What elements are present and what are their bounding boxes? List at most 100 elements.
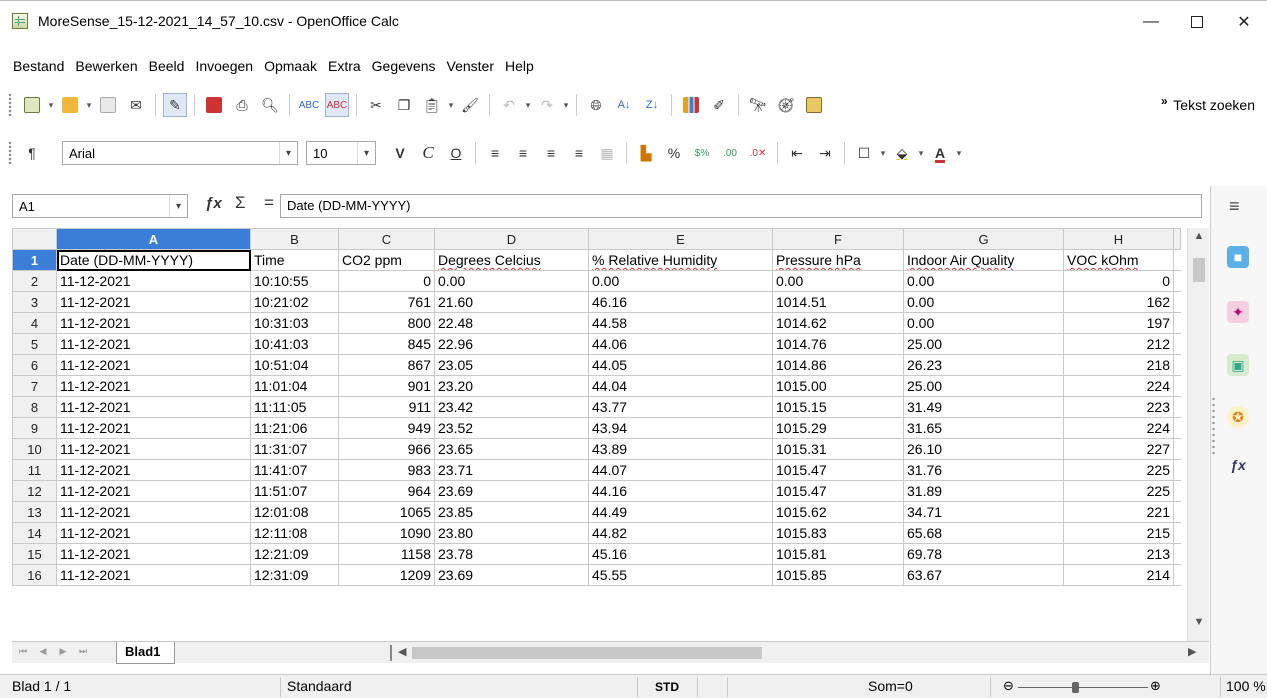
redo-icon[interactable]: ↷ xyxy=(535,93,559,117)
standard-number-format-icon[interactable]: $% xyxy=(690,141,714,165)
data-cell[interactable]: 11-12-2021 xyxy=(56,291,251,313)
data-cell[interactable]: 800 xyxy=(338,312,435,334)
data-cell[interactable]: 11-12-2021 xyxy=(56,438,251,460)
data-cell[interactable]: 11:41:07 xyxy=(250,459,339,481)
data-cell[interactable]: 11:21:06 xyxy=(250,417,339,439)
data-cell[interactable]: 10:41:03 xyxy=(250,333,339,355)
data-cell[interactable]: 11-12-2021 xyxy=(56,459,251,481)
paste-dropdown-icon[interactable]: ▾ xyxy=(446,93,456,117)
menu-bestand[interactable]: Bestand xyxy=(12,58,65,80)
data-cell[interactable]: 44.49 xyxy=(588,501,773,523)
header-cell[interactable]: Date (DD-MM-YYYY) xyxy=(56,249,251,271)
data-cell[interactable]: 901 xyxy=(338,375,435,397)
first-sheet-icon[interactable]: ⏮ xyxy=(16,646,30,660)
data-cell[interactable]: 224 xyxy=(1063,417,1174,439)
data-cell[interactable]: 966 xyxy=(338,438,435,460)
data-cell[interactable]: 0 xyxy=(338,270,435,292)
data-cell[interactable]: 12:11:08 xyxy=(250,522,339,544)
data-cell[interactable]: 11:11:05 xyxy=(250,396,339,418)
data-cell[interactable]: 23.69 xyxy=(434,480,589,502)
styles-formatting-icon[interactable]: ✦ xyxy=(1227,301,1249,323)
scroll-up-icon[interactable]: ▲ xyxy=(1188,230,1210,242)
data-cell[interactable]: 11-12-2021 xyxy=(56,543,251,565)
row-header[interactable]: 2 xyxy=(12,270,57,292)
autospellcheck-icon[interactable]: ABC xyxy=(325,93,349,117)
selection-mode[interactable]: STD xyxy=(655,680,679,694)
data-cell[interactable]: 23.52 xyxy=(434,417,589,439)
borders-icon[interactable]: ☐ xyxy=(852,141,876,165)
data-cell[interactable]: 1015.47 xyxy=(772,480,904,502)
underline-button[interactable]: O xyxy=(444,141,468,165)
merge-cells-icon[interactable]: ▦ xyxy=(595,141,619,165)
undo-dropdown-icon[interactable]: ▾ xyxy=(523,93,533,117)
data-cell[interactable]: 845 xyxy=(338,333,435,355)
data-cell[interactable]: 10:31:03 xyxy=(250,312,339,334)
data-cell[interactable]: 25.00 xyxy=(903,333,1064,355)
row-header[interactable]: 6 xyxy=(12,354,57,376)
data-cell[interactable]: 162 xyxy=(1063,291,1174,313)
copy-icon[interactable]: ❐ xyxy=(392,93,416,117)
edit-file-icon[interactable]: ✎ xyxy=(163,93,187,117)
data-cell[interactable]: 22.96 xyxy=(434,333,589,355)
data-cell[interactable]: 949 xyxy=(338,417,435,439)
find-replace-icon[interactable]: 🔭︎ xyxy=(746,93,770,117)
data-cell[interactable]: 1065 xyxy=(338,501,435,523)
row-header[interactable]: 11 xyxy=(12,459,57,481)
data-cell[interactable]: 223 xyxy=(1063,396,1174,418)
data-cell[interactable]: 44.07 xyxy=(588,459,773,481)
menu-gegevens[interactable]: Gegevens xyxy=(371,58,437,80)
data-cell[interactable]: 11:31:07 xyxy=(250,438,339,460)
data-cell[interactable]: 1209 xyxy=(338,564,435,586)
function-wizard-icon[interactable]: ƒx xyxy=(205,195,222,212)
row-header[interactable]: 15 xyxy=(12,543,57,565)
font-color-icon[interactable]: A xyxy=(928,141,952,165)
data-cell[interactable]: 1015.62 xyxy=(772,501,904,523)
data-cell[interactable]: 23.69 xyxy=(434,564,589,586)
row-header[interactable]: 13 xyxy=(12,501,57,523)
data-cell[interactable]: 63.67 xyxy=(903,564,1064,586)
spellcheck-icon[interactable]: ABC xyxy=(297,93,321,117)
toolbar-grip[interactable] xyxy=(8,93,12,117)
column-header-f[interactable]: F xyxy=(772,228,904,250)
data-cell[interactable]: 26.10 xyxy=(903,438,1064,460)
data-cell[interactable]: 31.76 xyxy=(903,459,1064,481)
data-cell[interactable]: 43.77 xyxy=(588,396,773,418)
gallery-icon[interactable]: ▣ xyxy=(1227,354,1249,376)
header-cell[interactable]: VOC kOhm xyxy=(1063,249,1174,271)
data-cell[interactable]: 1015.29 xyxy=(772,417,904,439)
data-cell[interactable]: 23.05 xyxy=(434,354,589,376)
data-cell[interactable]: 23.65 xyxy=(434,438,589,460)
horizontal-scroll-thumb[interactable] xyxy=(412,647,762,659)
zoom-out-icon[interactable]: ⊖ xyxy=(1003,678,1014,694)
data-cell[interactable]: 43.89 xyxy=(588,438,773,460)
zoom-in-icon[interactable]: ⊕ xyxy=(1150,678,1161,694)
row-header[interactable]: 8 xyxy=(12,396,57,418)
export-pdf-icon[interactable] xyxy=(202,93,226,117)
decrease-indent-icon[interactable]: ⇤ xyxy=(785,141,809,165)
data-cell[interactable]: 44.82 xyxy=(588,522,773,544)
column-header-c[interactable]: C xyxy=(338,228,435,250)
redo-dropdown-icon[interactable]: ▾ xyxy=(561,93,571,117)
data-cell[interactable]: 11:01:04 xyxy=(250,375,339,397)
print-icon[interactable]: ⎙ xyxy=(230,93,254,117)
data-cell[interactable]: 12:01:08 xyxy=(250,501,339,523)
data-cell[interactable]: 1014.51 xyxy=(772,291,904,313)
data-cell[interactable]: 11-12-2021 xyxy=(56,501,251,523)
increase-indent-icon[interactable]: ⇥ xyxy=(813,141,837,165)
maximize-button[interactable] xyxy=(1174,1,1220,43)
draw-functions-icon[interactable]: ✐ xyxy=(707,93,731,117)
data-cell[interactable]: 227 xyxy=(1063,438,1174,460)
sum-icon[interactable]: Σ xyxy=(235,193,246,213)
data-cell[interactable]: 31.89 xyxy=(903,480,1064,502)
function-icon[interactable]: = xyxy=(264,193,274,213)
data-cell[interactable]: 69.78 xyxy=(903,543,1064,565)
styles-icon[interactable]: ¶ xyxy=(20,141,44,165)
formula-input[interactable]: Date (DD-MM-YYYY) xyxy=(280,194,1202,218)
prev-sheet-icon[interactable]: ◀ xyxy=(36,646,50,660)
data-cell[interactable]: 1015.15 xyxy=(772,396,904,418)
data-cell[interactable]: 1014.86 xyxy=(772,354,904,376)
data-cell[interactable]: 983 xyxy=(338,459,435,481)
navigator-icon[interactable]: ✪ xyxy=(1227,406,1249,428)
italic-button[interactable]: C xyxy=(416,141,440,165)
email-icon[interactable]: ✉ xyxy=(124,93,148,117)
